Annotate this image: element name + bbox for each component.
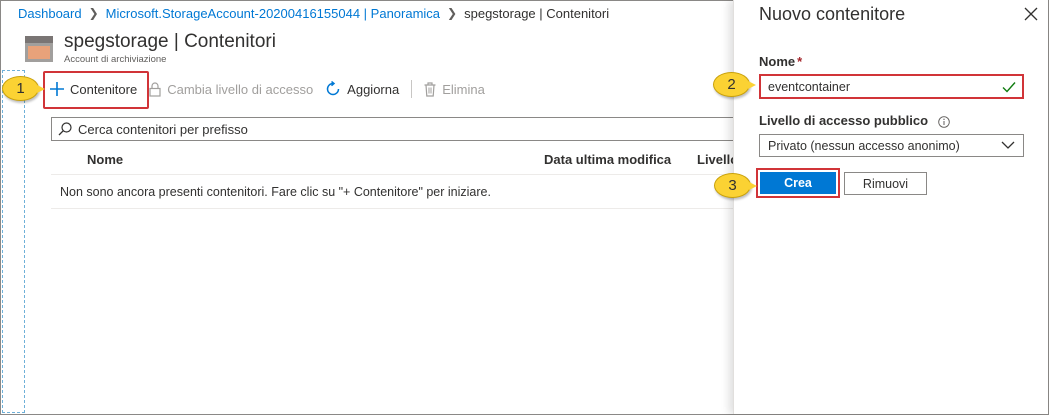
refresh-label: Aggiorna bbox=[347, 81, 400, 97]
column-header-access-level[interactable]: Livello bbox=[697, 152, 738, 167]
refresh-button[interactable]: Aggiorna bbox=[319, 72, 405, 106]
trash-icon bbox=[424, 81, 436, 97]
storage-account-icon bbox=[24, 34, 54, 64]
chevron-down-icon bbox=[1001, 140, 1015, 150]
change-access-level-button[interactable]: Cambia livello di accesso bbox=[143, 72, 319, 106]
info-icon[interactable] bbox=[937, 115, 950, 128]
breadcrumb-dashboard[interactable]: Dashboard bbox=[18, 6, 82, 21]
table-header: Nome Data ultima modifica Livello bbox=[51, 144, 738, 174]
step-callout-1: 1 bbox=[2, 76, 45, 101]
collapsed-pane-outline bbox=[2, 70, 25, 413]
close-icon[interactable] bbox=[1022, 5, 1040, 23]
access-level-label-text: Livello di accesso pubblico bbox=[759, 113, 929, 128]
chevron-right-icon: ❯ bbox=[447, 6, 458, 20]
toolbar-divider bbox=[411, 80, 413, 98]
access-level-selected: Privato (nessun accesso anonimo) bbox=[768, 138, 960, 153]
new-container-panel: Nuovo contenitore Nome* Livello di acces… bbox=[733, 0, 1048, 414]
step-callout-3: 3 bbox=[714, 173, 757, 198]
create-button-highlight: Crea bbox=[756, 168, 840, 198]
refresh-icon bbox=[325, 81, 341, 97]
create-button[interactable]: Crea bbox=[760, 172, 836, 194]
container-name-input[interactable] bbox=[768, 79, 1002, 94]
discard-button[interactable]: Rimuovi bbox=[844, 172, 927, 195]
name-label-text: Nome bbox=[759, 54, 796, 69]
breadcrumb-current: spegstorage | Contenitori bbox=[464, 5, 610, 21]
change-access-level-label: Cambia livello di accesso bbox=[167, 81, 314, 97]
access-level-dropdown[interactable]: Privato (nessun accesso anonimo) bbox=[759, 134, 1024, 157]
checkmark-icon bbox=[1002, 81, 1016, 93]
page-title: spegstorage | Contenitori bbox=[64, 31, 276, 52]
required-marker: * bbox=[797, 54, 803, 69]
panel-title: Nuovo contenitore bbox=[759, 4, 906, 24]
access-level-field-label: Livello di accesso pubblico bbox=[759, 113, 950, 128]
column-header-name[interactable]: Nome bbox=[87, 152, 123, 167]
empty-table-message: Non sono ancora presenti contenitori. Fa… bbox=[51, 174, 734, 209]
chevron-right-icon: ❯ bbox=[88, 6, 99, 20]
page-subtitle: Account di archiviazione bbox=[64, 54, 167, 65]
delete-button[interactable]: Elimina bbox=[418, 72, 491, 106]
step-callout-2: 2 bbox=[713, 72, 756, 97]
breadcrumb-storage-overview[interactable]: Microsoft.StorageAccount-20200416155044 … bbox=[106, 6, 440, 21]
add-container-highlight bbox=[43, 71, 149, 109]
name-field bbox=[759, 74, 1024, 99]
search-input[interactable] bbox=[78, 121, 733, 137]
delete-label: Elimina bbox=[442, 81, 485, 97]
name-field-label: Nome * bbox=[759, 54, 802, 69]
search-icon bbox=[58, 122, 72, 136]
container-search bbox=[51, 117, 734, 141]
lock-icon bbox=[149, 81, 161, 97]
column-header-last-modified[interactable]: Data ultima modifica bbox=[544, 152, 671, 167]
breadcrumb: Dashboard ❯ Microsoft.StorageAccount-202… bbox=[18, 4, 609, 22]
